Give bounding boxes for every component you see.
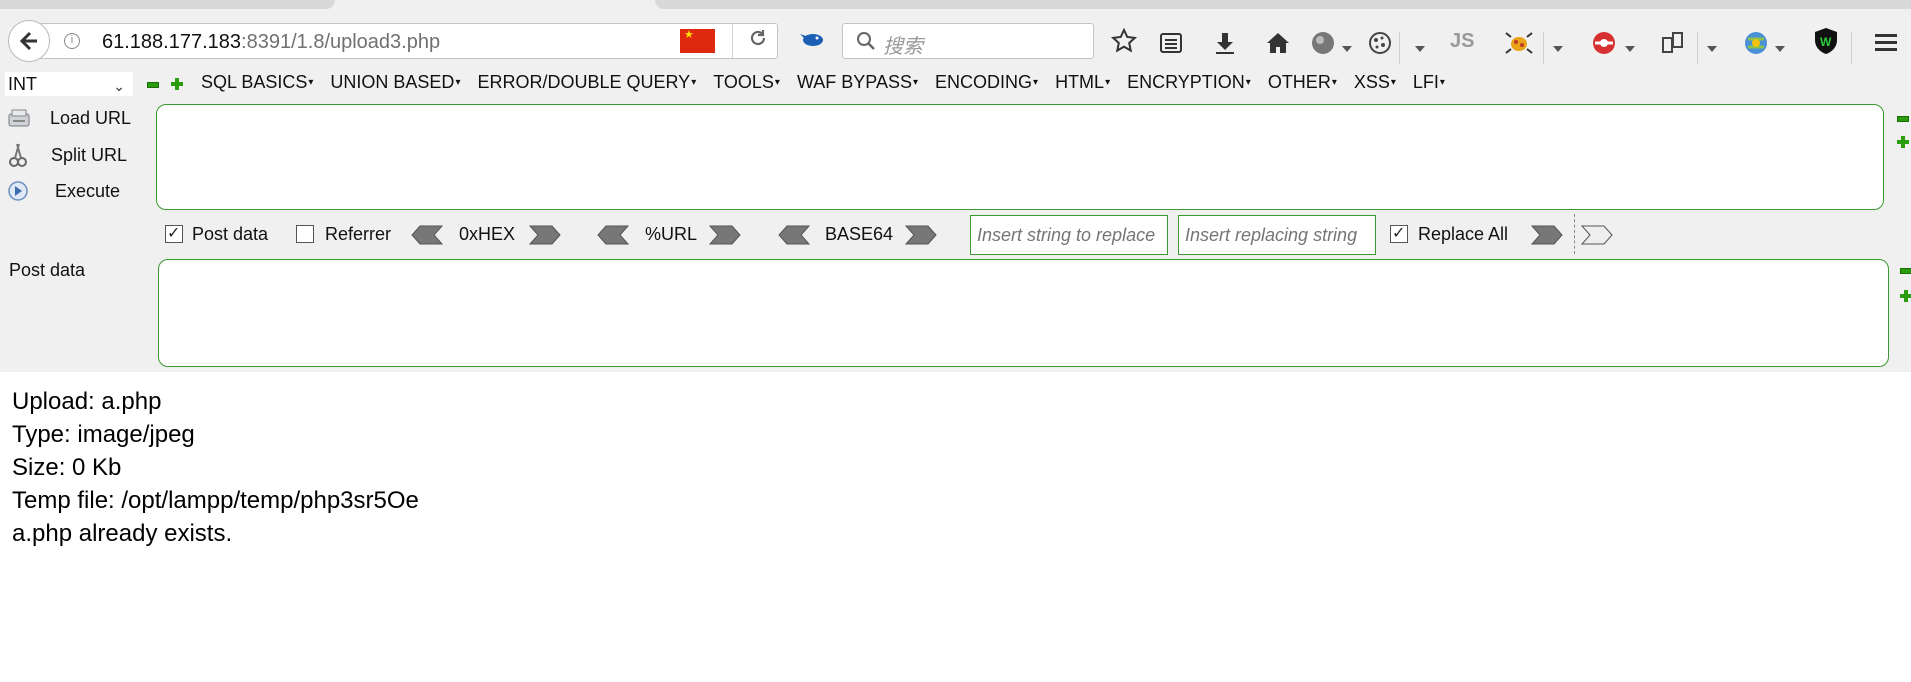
split-url-button[interactable]: Split URL [51, 145, 127, 166]
hex-encode-arrow-icon[interactable] [528, 224, 562, 246]
referrer-checkbox[interactable] [296, 225, 314, 243]
url-textarea[interactable] [156, 104, 1884, 210]
proxy-extension-icon[interactable] [1743, 28, 1769, 58]
post-data-textarea[interactable] [158, 259, 1889, 367]
replace-string-input[interactable] [970, 215, 1168, 255]
home-icon[interactable] [1265, 28, 1291, 58]
replacing-string-input[interactable] [1178, 215, 1376, 255]
back-arrow-icon [19, 31, 37, 51]
replace-all-checkbox[interactable] [1390, 223, 1408, 243]
toolbar-separator [1851, 32, 1852, 64]
load-url-icon[interactable] [7, 108, 30, 130]
post-data-label: Post data [9, 260, 86, 280]
url-separator [732, 24, 733, 58]
increase-font-icon[interactable] [171, 78, 183, 90]
url-encode-label: %URL [645, 224, 698, 244]
download-icon[interactable] [1213, 28, 1237, 58]
search-bar[interactable]: 搜索 [842, 23, 1094, 59]
select-value: INT [8, 74, 37, 94]
url-text[interactable]: 61.188.177.183:8391/1.8/upload3.php [102, 31, 440, 54]
options-separator [1574, 214, 1576, 254]
menu-error-double-query[interactable]: ERROR/DOUBLE QUERY [477, 72, 696, 93]
menu-html[interactable]: HTML [1055, 72, 1110, 93]
base64-encode-arrow-icon[interactable] [904, 224, 938, 246]
base64-label: BASE64 [825, 224, 894, 244]
bookmark-star-icon[interactable] [1111, 26, 1137, 56]
menu-other[interactable]: OTHER [1268, 72, 1337, 93]
hackbar-menu: SQL BASICS UNION BASED ERROR/DOUBLE QUER… [201, 72, 1462, 93]
post-data-checkbox[interactable] [165, 223, 183, 243]
scissors-icon[interactable] [7, 142, 29, 167]
red-helmet-extension-icon[interactable] [1590, 28, 1618, 58]
hamburger-menu-icon[interactable] [1873, 28, 1899, 58]
proxy-dropdown-icon[interactable] [1775, 46, 1785, 52]
toolbar-separator [1399, 32, 1400, 64]
toolbar-separator [1697, 32, 1698, 64]
firebug-dropdown-icon[interactable] [1553, 46, 1563, 52]
toolbar-separator [1543, 32, 1544, 64]
search-icon [855, 30, 877, 57]
navigation-bar: i 61.188.177.183:8391/1.8/upload3.php ★ … [0, 10, 1911, 70]
upload-type-line: Type: image/jpeg [12, 421, 195, 448]
base64-decode-arrow-icon[interactable] [777, 224, 811, 246]
menu-waf-bypass[interactable]: WAF BYPASS [797, 72, 918, 93]
tab-strip [0, 0, 1911, 10]
url-area-grow-icon[interactable] [1897, 136, 1909, 148]
upload-size-line: Size: 0 Kb [12, 454, 122, 481]
upload-name-line: Upload: a.php [12, 388, 162, 415]
reload-icon[interactable] [748, 28, 768, 54]
decrease-font-icon[interactable] [147, 82, 159, 88]
helmet-dropdown-icon[interactable] [1625, 46, 1635, 52]
cookie-dropdown-icon[interactable] [1415, 46, 1425, 52]
menu-lfi[interactable]: LFI [1413, 72, 1445, 93]
url-host: 61.188.177.183 [102, 31, 242, 53]
cookie-icon[interactable] [1367, 28, 1393, 58]
execute-icon[interactable] [7, 180, 29, 202]
menu-tools[interactable]: TOOLS [713, 72, 780, 93]
temp-file-line: Temp file: /opt/lampp/temp/php3sr5Oe [12, 487, 419, 514]
post-data-checkbox-label: Post data [192, 224, 269, 244]
url-path: :8391/1.8/upload3.php [241, 31, 441, 53]
status-message: a.php already exists. [12, 520, 233, 547]
url-decode-arrow-icon[interactable] [596, 224, 630, 246]
china-flag-icon[interactable]: ★ [680, 29, 715, 53]
firebug-icon[interactable] [1505, 28, 1533, 58]
url-encode-arrow-icon[interactable] [708, 224, 742, 246]
user-agent-switcher-icon[interactable] [1660, 28, 1686, 58]
shield-extension-icon[interactable]: W [1813, 26, 1839, 56]
menu-encoding[interactable]: ENCODING [935, 72, 1038, 93]
tab-inactive-right[interactable] [655, 0, 1911, 9]
hex-decode-arrow-icon[interactable] [410, 224, 444, 246]
execute-button[interactable]: Execute [55, 181, 120, 202]
address-bar[interactable]: i 61.188.177.183:8391/1.8/upload3.php ★ [40, 23, 778, 59]
ua-dropdown-icon[interactable] [1707, 46, 1717, 52]
menu-encryption[interactable]: ENCRYPTION [1127, 72, 1251, 93]
post-area-shrink-icon[interactable] [1900, 268, 1911, 274]
page-body: Upload: a.php Type: image/jpeg Size: 0 K… [12, 385, 419, 550]
menu-xss[interactable]: XSS [1354, 72, 1396, 93]
back-button[interactable] [8, 20, 50, 62]
hex-label: 0xHEX [459, 224, 516, 244]
url-area-shrink-icon[interactable] [1897, 116, 1909, 122]
globe-dropdown-icon[interactable] [1342, 46, 1352, 52]
info-icon[interactable]: i [64, 33, 80, 49]
tab-inactive-left[interactable] [0, 0, 335, 9]
globe-extension-icon[interactable] [1310, 28, 1336, 58]
replace-all-label: Replace All [1418, 224, 1509, 244]
load-url-button[interactable]: Load URL [50, 108, 131, 129]
hackbar-extension-icon[interactable] [800, 28, 824, 46]
chevron-down-icon: ⌄ [113, 78, 125, 94]
reading-list-icon[interactable] [1159, 28, 1183, 58]
replace-arrow-icon[interactable] [1530, 224, 1564, 246]
svg-text:W: W [1820, 35, 1832, 49]
sql-type-select[interactable]: INT ⌄ [5, 72, 133, 96]
menu-sql-basics[interactable]: SQL BASICS [201, 72, 313, 93]
js-toggle-icon[interactable]: JS [1450, 26, 1474, 56]
post-area-grow-icon[interactable] [1900, 290, 1911, 302]
replace-back-arrow-icon[interactable] [1580, 224, 1614, 246]
referrer-checkbox-label: Referrer [325, 224, 392, 244]
menu-union-based[interactable]: UNION BASED [330, 72, 460, 93]
search-placeholder: 搜索 [883, 36, 923, 58]
